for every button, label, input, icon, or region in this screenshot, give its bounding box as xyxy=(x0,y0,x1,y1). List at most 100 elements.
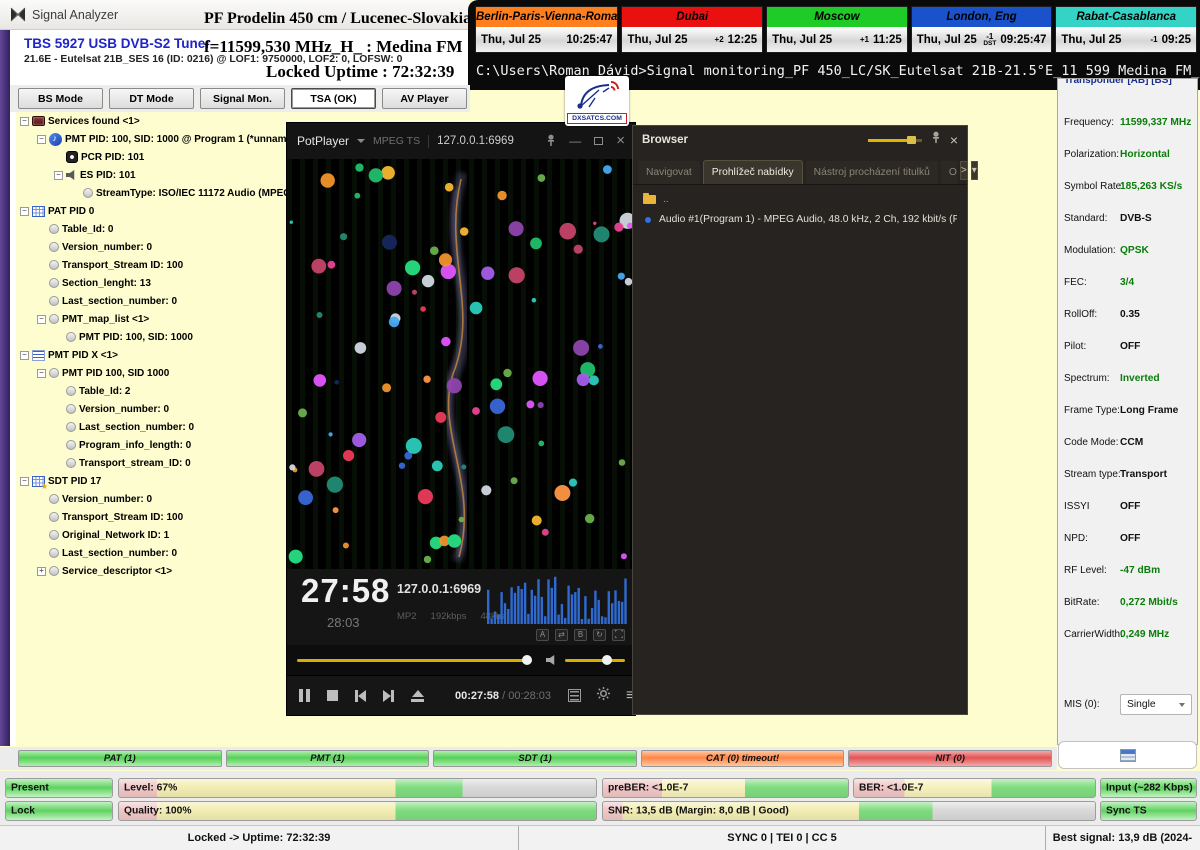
browser-tab-prohl-e-nab-dky[interactable]: Prohlížeč nabídky xyxy=(703,160,803,184)
tree-item[interactable]: Transport_Stream ID: 100 xyxy=(16,256,287,274)
potplayer-titlebar[interactable]: PotPlayer MPEG TS 127.0.0.1:6969 — × xyxy=(287,123,635,159)
param-row: Symbol Rate:185,263 KS/s xyxy=(1058,175,1197,207)
tab-bs-mode[interactable]: BS Mode xyxy=(18,88,103,109)
tree-item[interactable]: −PMT PID 100, SID 1000 xyxy=(16,364,287,382)
tree-item[interactable]: − SDT PID 17 xyxy=(16,472,287,490)
transponder-params-panel: Transponder [AB] [BS] Frequency:11599,33… xyxy=(1057,78,1198,745)
playlist-icon[interactable] xyxy=(568,689,581,702)
seek-thumb[interactable] xyxy=(522,655,532,665)
param-label: NPD: xyxy=(1064,533,1088,544)
browser-tab-online-s[interactable]: Online S xyxy=(941,161,957,184)
tree-item[interactable]: Original_Network ID: 1 xyxy=(16,526,287,544)
tab-list-chevron-icon[interactable]: ▾ xyxy=(971,161,978,180)
seek-bar[interactable] xyxy=(297,659,532,662)
chevron-down-icon[interactable] xyxy=(357,139,365,143)
tree-item[interactable]: PCR PID: 101 xyxy=(16,148,287,166)
tree-item[interactable]: Last_section_number: 0 xyxy=(16,292,287,310)
ab-loop-b-button[interactable]: B xyxy=(574,629,587,641)
param-label: RollOff: xyxy=(1064,309,1097,320)
clock-date: Thu, Jul 25 xyxy=(917,34,977,46)
tree-item[interactable]: Table_Id: 2 xyxy=(16,382,287,400)
tab-av-player[interactable]: AV Player xyxy=(382,88,467,109)
tree-item[interactable]: −Services found <1> xyxy=(16,112,287,130)
tree-item[interactable]: Transport_Stream ID: 100 xyxy=(16,508,287,526)
stop-button[interactable] xyxy=(327,690,338,701)
browser-tab-n-stroj-proch-zen-titulk[interactable]: Nástroj procházení titulků xyxy=(806,161,938,184)
tree-item[interactable]: −PAT PID 0 xyxy=(16,202,287,220)
tree-item[interactable]: −ES PID: 101 xyxy=(16,166,287,184)
param-label: Symbol Rate: xyxy=(1064,181,1124,192)
tree-item[interactable]: Table_Id: 0 xyxy=(16,220,287,238)
eject-button[interactable] xyxy=(411,690,424,702)
previous-button[interactable] xyxy=(355,690,366,702)
overlay-frequency-service: f=11599,530 MHz_H_ : Medina FM xyxy=(204,37,463,57)
collapse-icon[interactable]: − xyxy=(37,369,46,378)
collapse-icon[interactable]: − xyxy=(20,117,29,126)
clock-time-value: 11:25 xyxy=(873,34,902,46)
tree-item[interactable]: −PMT_map_list <1> xyxy=(16,310,287,328)
tree-item[interactable]: −PMT PID X <1> xyxy=(16,346,287,364)
tab-dt-mode[interactable]: DT Mode xyxy=(109,88,194,109)
potplayer-title[interactable]: PotPlayer xyxy=(297,134,349,148)
tree-item[interactable]: Last_section_number: 0 xyxy=(16,418,287,436)
tab-tsa-ok[interactable]: TSA (OK) xyxy=(291,88,376,109)
repeat-icon[interactable]: ↻ xyxy=(593,629,606,641)
tree-item[interactable]: Last_section_number: 0 xyxy=(16,544,287,562)
opacity-slider-handle[interactable] xyxy=(907,136,916,144)
tree-item[interactable]: Program_info_length: 0 xyxy=(16,436,287,454)
fullscreen-icon[interactable] xyxy=(612,629,625,641)
video-area[interactable] xyxy=(287,159,635,569)
tree-item[interactable]: Version_number: 0 xyxy=(16,400,287,418)
preber-bar: preBER: <1.0E-7 xyxy=(602,778,849,798)
tab-scroll-right-icon[interactable]: > xyxy=(960,161,968,180)
expand-icon[interactable]: + xyxy=(37,567,46,576)
tree-item[interactable]: Section_lenght: 13 xyxy=(16,274,287,292)
loop-arrows-icon[interactable]: ⇄ xyxy=(555,629,568,641)
tree-item[interactable]: −PMT PID: 100, SID: 1000 @ Program 1 (*u… xyxy=(16,130,287,148)
close-icon[interactable]: × xyxy=(950,132,958,148)
collapse-icon[interactable]: − xyxy=(20,207,29,216)
collapse-icon[interactable]: − xyxy=(37,315,46,324)
pause-button[interactable] xyxy=(299,689,310,702)
dot-icon xyxy=(49,224,59,234)
tree-item-label: Section_lenght: 13 xyxy=(62,278,151,289)
volume-slider[interactable] xyxy=(565,659,625,662)
param-row: CarrierWidth:0,249 MHz xyxy=(1058,623,1197,655)
collapse-icon[interactable]: − xyxy=(20,351,29,360)
settings-gear-icon[interactable] xyxy=(596,686,611,706)
collapse-icon[interactable]: − xyxy=(37,135,46,144)
clock-time-value: 12:25 xyxy=(728,34,757,46)
stream-list-button[interactable] xyxy=(1058,741,1197,769)
pin-icon[interactable] xyxy=(931,131,941,149)
mis-select[interactable]: Single xyxy=(1120,694,1192,715)
tree-item[interactable]: Version_number: 0 xyxy=(16,238,287,256)
tree-item[interactable]: Version_number: 0 xyxy=(16,490,287,508)
dot-icon xyxy=(49,530,59,540)
clock-time-row: Thu, Jul 25+212:25 xyxy=(622,27,762,52)
dot-icon xyxy=(66,332,76,342)
ab-loop-a-button[interactable]: A xyxy=(536,629,549,641)
tree-item[interactable]: +Service_descriptor <1> xyxy=(16,562,287,580)
tree-item[interactable]: StreamType: ISO/IEC 11172 Audio (MPEG-1)… xyxy=(16,184,287,202)
tab-signal-mon[interactable]: Signal Mon. xyxy=(200,88,285,109)
maximize-icon[interactable] xyxy=(594,137,603,145)
volume-thumb[interactable] xyxy=(602,655,612,665)
tree-item-label: SDT PID 17 xyxy=(48,476,101,487)
minimize-icon[interactable]: — xyxy=(569,135,581,147)
tree-item-label: Transport_Stream ID: 100 xyxy=(62,260,183,271)
tree-item-label: Last_section_number: 0 xyxy=(62,296,177,307)
volume-icon[interactable] xyxy=(546,655,557,666)
tree-item[interactable]: Transport_stream_ID: 0 xyxy=(16,454,287,472)
collapse-icon[interactable]: − xyxy=(20,477,29,486)
browser-titlebar[interactable]: Browser × xyxy=(633,126,967,154)
next-button[interactable] xyxy=(383,690,394,702)
satellite-dish-icon xyxy=(565,76,629,112)
browser-tab-navigovat[interactable]: Navigovat xyxy=(638,161,700,184)
audio-track-item[interactable]: Audio #1(Program 1) - MPEG Audio, 48.0 k… xyxy=(643,214,957,225)
collapse-icon[interactable]: − xyxy=(54,171,63,180)
pin-icon[interactable] xyxy=(546,134,556,149)
opacity-slider[interactable] xyxy=(868,139,922,142)
parent-folder-item[interactable]: .. xyxy=(643,194,957,205)
tree-item[interactable]: PMT PID: 100, SID: 1000 xyxy=(16,328,287,346)
close-icon[interactable]: × xyxy=(616,135,625,147)
